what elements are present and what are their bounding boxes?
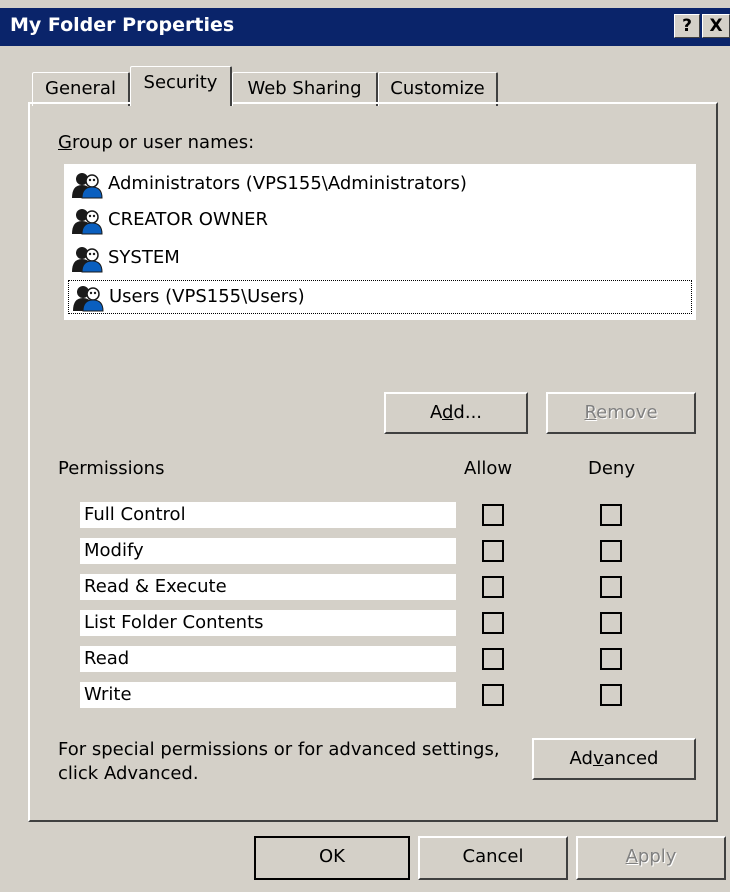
user-name: Users (VPS155\Users) [109,286,305,307]
deny-column-label: Deny [588,458,635,479]
permission-row-list-folder-contents: List Folder Contents [80,610,456,636]
allow-modify-checkbox[interactable] [482,540,504,562]
deny-read-execute-checkbox[interactable] [600,576,622,598]
properties-dialog: My Folder Properties ? X General Securit… [0,0,730,892]
btn-text: anced [603,748,659,769]
permission-row-write: Write [80,682,456,708]
allow-column-label: Allow [464,458,513,479]
permission-row-full-control: Full Control [80,502,456,528]
user-name: Administrators (VPS155\Administrators) [108,173,467,194]
tab-label: General [45,78,116,99]
special-text-line-1: For special permissions or for advanced … [58,739,500,760]
permission-name: Full Control [84,504,186,525]
deny-read-checkbox[interactable] [600,648,622,670]
list-item-users[interactable]: Users (VPS155\Users) [68,280,692,314]
allow-full-control-checkbox[interactable] [482,504,504,526]
apply-button[interactable]: Apply [576,836,726,880]
permission-name: List Folder Contents [84,612,264,633]
cancel-button[interactable]: Cancel [418,836,568,880]
special-permissions-text: For special permissions or for advanced … [58,738,500,786]
deny-modify-checkbox[interactable] [600,540,622,562]
btn-text: Ad [569,748,593,769]
mnemonic-r: R [584,402,597,423]
tab-label: Security [143,72,218,93]
tab-web-sharing[interactable]: Web Sharing [232,72,378,106]
title-bar[interactable]: My Folder Properties ? X [0,8,730,46]
btn-text: A [429,402,442,423]
add-button[interactable]: Add... [384,392,528,434]
permission-name: Modify [84,540,144,561]
tab-general[interactable]: General [32,72,130,106]
allow-read-checkbox[interactable] [482,648,504,670]
permission-row-read-execute: Read & Execute [80,574,456,600]
label-rest: roup or user names: [71,132,255,153]
allow-read-execute-checkbox[interactable] [482,576,504,598]
list-item-system[interactable]: SYSTEM [68,242,692,276]
permission-row-modify: Modify [80,538,456,564]
user-group-icon [73,286,104,312]
close-button[interactable]: X [702,14,730,38]
permissions-label: Permissions [58,458,165,479]
special-text-line-2: click Advanced. [58,763,199,784]
permission-row-read: Read [80,646,456,672]
mnemonic-v: v [592,748,604,769]
help-button[interactable]: ? [674,14,700,38]
allow-list-folder-contents-checkbox[interactable] [482,612,504,634]
tab-customize[interactable]: Customize [378,72,498,106]
user-group-icon [72,173,103,199]
btn-text: d... [453,402,483,423]
list-item-creator-owner[interactable]: CREATOR OWNER [68,204,692,238]
btn-text: pply [637,846,677,867]
mnemonic-d: d [441,402,454,423]
user-list[interactable]: Administrators (VPS155\Administrators) C… [64,164,696,320]
tab-label: Web Sharing [247,78,362,99]
btn-text: emove [596,402,658,423]
allow-write-checkbox[interactable] [482,684,504,706]
user-group-icon [72,209,103,235]
remove-button[interactable]: Remove [546,392,696,434]
mnemonic-g: G [58,132,72,153]
tab-label: Customize [390,78,485,99]
list-item-administrators[interactable]: Administrators (VPS155\Administrators) [68,168,692,202]
user-group-icon [72,247,103,273]
permission-name: Read [84,648,130,669]
mnemonic-a: A [625,846,638,867]
user-name: SYSTEM [108,247,180,268]
tab-security[interactable]: Security [130,66,232,106]
permission-name: Write [84,684,132,705]
advanced-button[interactable]: Advanced [532,738,696,780]
window-title: My Folder Properties [10,14,235,36]
group-or-user-names-label: Group or user names: [58,132,254,153]
deny-full-control-checkbox[interactable] [600,504,622,526]
deny-list-folder-contents-checkbox[interactable] [600,612,622,634]
ok-button[interactable]: OK [254,836,410,880]
deny-write-checkbox[interactable] [600,684,622,706]
permission-name: Read & Execute [84,576,227,597]
user-name: CREATOR OWNER [108,209,269,230]
